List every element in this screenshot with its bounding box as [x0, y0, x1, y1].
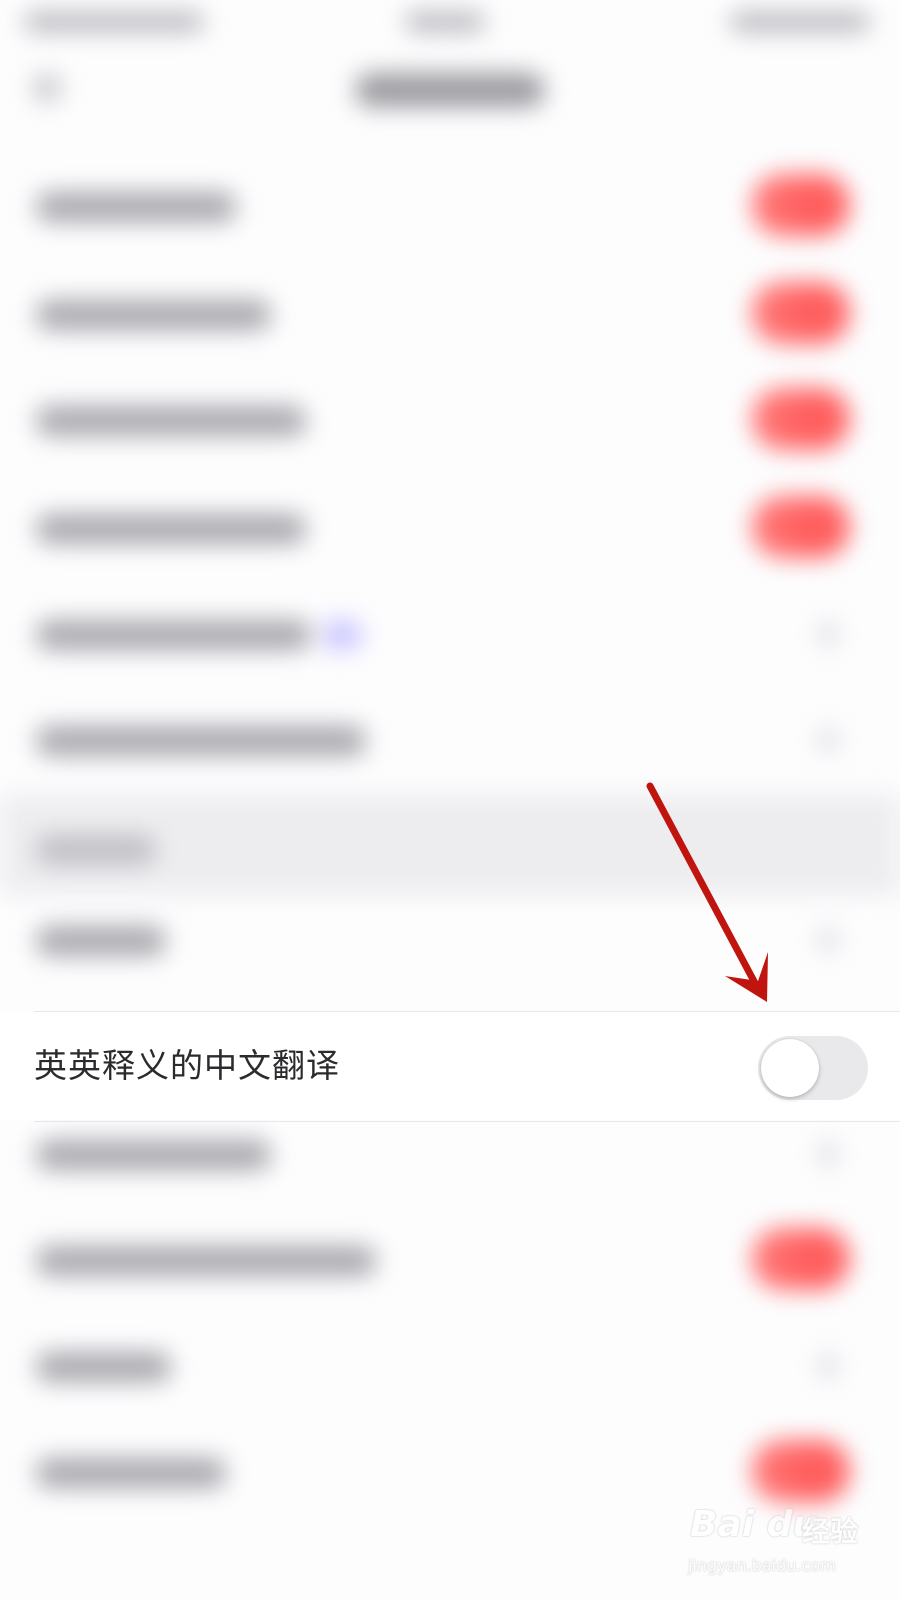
settings-row-english-definition-translation[interactable]: 英英释义的中文翻译 — [0, 1012, 900, 1120]
settings-row[interactable] — [0, 366, 900, 474]
toggle-switch[interactable] — [752, 282, 850, 344]
toggle-switch[interactable] — [752, 496, 850, 558]
app-screen: 英英释义的中文翻译 Bai du 经验 jingyan.baidu.com — [0, 0, 900, 1600]
status-bar — [0, 0, 900, 50]
watermark-logo: Bai du 经验 jingyan.baidu.com — [686, 1500, 886, 1590]
row-label: 英英释义的中文翻译 — [34, 1046, 340, 1085]
settings-row[interactable] — [0, 886, 900, 994]
section-header — [0, 795, 900, 895]
watermark-brand: Bai du — [690, 1504, 819, 1545]
toggle-knob — [761, 1039, 819, 1097]
chevron-right-icon — [820, 1142, 836, 1166]
back-icon[interactable] — [34, 75, 60, 101]
watermark-cn: 经验 — [802, 1515, 859, 1548]
translation-toggle[interactable] — [758, 1036, 868, 1100]
chevron-right-icon — [820, 928, 836, 952]
settings-row[interactable] — [0, 152, 900, 260]
row-divider-bottom — [34, 1121, 900, 1122]
toggle-switch[interactable] — [752, 174, 850, 236]
settings-row[interactable] — [0, 1312, 900, 1420]
watermark-url: jingyan.baidu.com — [688, 1556, 836, 1575]
nav-bar — [0, 55, 900, 135]
chevron-right-icon — [820, 622, 836, 646]
toggle-switch[interactable] — [752, 1440, 850, 1502]
settings-row[interactable] — [0, 580, 900, 688]
page-title — [355, 73, 545, 107]
badge — [322, 620, 362, 650]
chevron-right-icon — [820, 728, 836, 752]
chevron-right-icon — [820, 1354, 836, 1378]
settings-row[interactable] — [0, 260, 900, 368]
settings-row[interactable] — [0, 1206, 900, 1314]
toggle-switch[interactable] — [752, 1228, 850, 1290]
settings-row[interactable] — [0, 686, 900, 794]
toggle-switch[interactable] — [752, 388, 850, 450]
settings-row[interactable] — [0, 474, 900, 582]
blurred-content — [0, 0, 900, 1600]
